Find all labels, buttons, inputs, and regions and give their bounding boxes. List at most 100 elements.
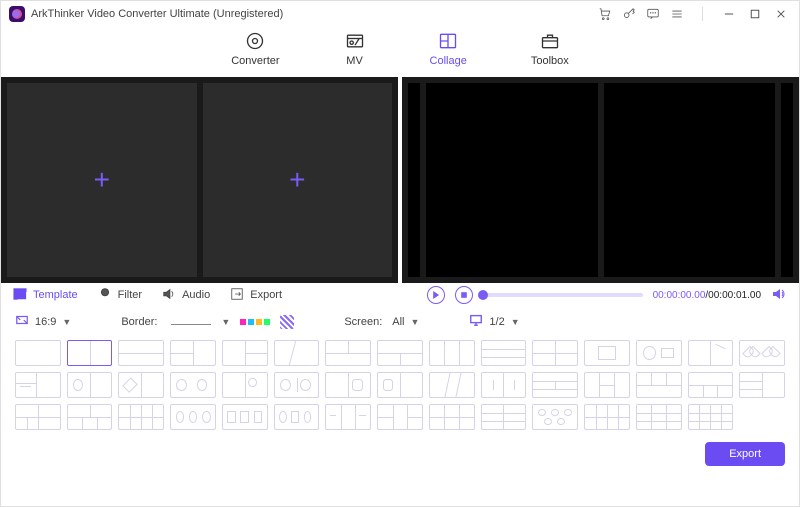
collage-workarea: + + <box>1 77 799 283</box>
tab-template[interactable]: Template <box>13 287 78 304</box>
mid-tabs-row: Template Filter Audio Export 00:00:00.00… <box>1 283 799 307</box>
template-item[interactable] <box>118 372 164 398</box>
template-item[interactable] <box>377 340 423 366</box>
template-grid <box>1 336 799 436</box>
titlebar: ArkThinker Video Converter Ultimate (Unr… <box>1 1 799 27</box>
template-item[interactable] <box>67 404 113 430</box>
aspect-ratio-select[interactable]: 16:9 ▼ <box>15 313 71 330</box>
border-pattern-select[interactable] <box>280 315 294 329</box>
border-style-select[interactable]: ▼ <box>167 315 230 328</box>
ratio-icon <box>15 313 29 330</box>
screen-icon <box>469 313 483 330</box>
cart-icon[interactable] <box>596 5 614 23</box>
template-item[interactable] <box>222 340 268 366</box>
template-item[interactable] <box>429 340 475 366</box>
collage-editor: + + <box>1 77 402 283</box>
template-item[interactable] <box>377 404 423 430</box>
close-button[interactable] <box>771 4 791 24</box>
player-controls: 00:00:00.00/00:00:01.00 <box>427 286 787 305</box>
export-button[interactable]: Export <box>705 442 785 466</box>
template-item[interactable] <box>15 404 61 430</box>
nav-toolbox[interactable]: Toolbox <box>531 31 569 67</box>
template-item[interactable] <box>118 404 164 430</box>
template-item[interactable] <box>274 340 320 366</box>
template-item[interactable] <box>584 404 630 430</box>
screen-value: All <box>392 316 404 328</box>
volume-button[interactable] <box>771 286 787 305</box>
nav-converter-label: Converter <box>231 55 279 67</box>
nav-collage-label: Collage <box>430 55 467 67</box>
menu-icon[interactable] <box>668 5 686 23</box>
nav-mv-label: MV <box>346 55 363 67</box>
key-icon[interactable] <box>620 5 638 23</box>
template-item[interactable] <box>481 404 527 430</box>
minimize-button[interactable] <box>719 4 739 24</box>
stop-button[interactable] <box>455 286 473 304</box>
page-select[interactable]: 1/2 ▼ <box>469 313 519 330</box>
template-item[interactable] <box>584 372 630 398</box>
template-item[interactable] <box>15 372 61 398</box>
template-item[interactable] <box>688 340 734 366</box>
playback-slider[interactable] <box>483 293 643 297</box>
template-item[interactable] <box>222 404 268 430</box>
plus-icon: + <box>94 164 110 196</box>
tab-audio-label: Audio <box>182 289 210 301</box>
plus-icon: + <box>289 164 305 196</box>
template-item[interactable] <box>532 372 578 398</box>
template-item[interactable] <box>170 404 216 430</box>
template-item[interactable] <box>377 372 423 398</box>
template-item[interactable] <box>636 372 682 398</box>
mv-icon <box>344 31 366 51</box>
template-item[interactable] <box>170 340 216 366</box>
template-item[interactable] <box>481 372 527 398</box>
template-icon <box>13 287 27 304</box>
template-item[interactable] <box>67 340 113 366</box>
app-window: ArkThinker Video Converter Ultimate (Unr… <box>0 0 800 507</box>
nav-mv[interactable]: MV <box>344 31 366 67</box>
border-label: Border: <box>121 316 157 328</box>
template-item[interactable] <box>532 340 578 366</box>
template-item[interactable] <box>325 340 371 366</box>
feedback-icon[interactable] <box>644 5 662 23</box>
screen-select[interactable]: All ▼ <box>392 316 419 328</box>
template-item[interactable] <box>584 340 630 366</box>
nav-collage[interactable]: Collage <box>430 31 467 67</box>
preview-pane-2 <box>604 83 776 277</box>
template-item[interactable] <box>688 404 734 430</box>
collage-slot-1[interactable]: + <box>7 83 197 277</box>
template-item[interactable] <box>170 372 216 398</box>
play-button[interactable] <box>427 286 445 304</box>
collage-icon <box>437 31 459 51</box>
template-item[interactable] <box>274 404 320 430</box>
collage-slot-2[interactable]: + <box>203 83 393 277</box>
template-item[interactable] <box>15 340 61 366</box>
nav-converter[interactable]: Converter <box>231 31 279 67</box>
template-item[interactable] <box>636 340 682 366</box>
template-item[interactable] <box>274 372 320 398</box>
template-item[interactable] <box>429 404 475 430</box>
template-item[interactable] <box>636 404 682 430</box>
tab-export[interactable]: Export <box>230 287 282 304</box>
slider-thumb[interactable] <box>478 290 488 300</box>
app-title: ArkThinker Video Converter Ultimate (Unr… <box>31 8 283 20</box>
footer: Export <box>1 436 799 476</box>
template-item[interactable] <box>739 340 785 366</box>
maximize-button[interactable] <box>745 4 765 24</box>
template-item[interactable] <box>532 404 578 430</box>
template-item[interactable] <box>325 372 371 398</box>
template-item[interactable] <box>222 372 268 398</box>
template-item[interactable] <box>481 340 527 366</box>
main-nav: Converter MV Collage Toolbox <box>1 27 799 77</box>
template-item[interactable] <box>688 372 734 398</box>
tab-filter[interactable]: Filter <box>98 287 142 304</box>
template-item[interactable] <box>118 340 164 366</box>
border-color-select[interactable] <box>240 319 270 325</box>
template-item[interactable] <box>739 372 785 398</box>
template-item[interactable] <box>67 372 113 398</box>
preview-left-bar <box>408 83 420 277</box>
chevron-down-icon: ▼ <box>411 317 420 327</box>
template-item[interactable] <box>429 372 475 398</box>
tab-audio[interactable]: Audio <box>162 287 210 304</box>
timecode: 00:00:00.00/00:00:01.00 <box>653 290 761 301</box>
template-item[interactable] <box>325 404 371 430</box>
